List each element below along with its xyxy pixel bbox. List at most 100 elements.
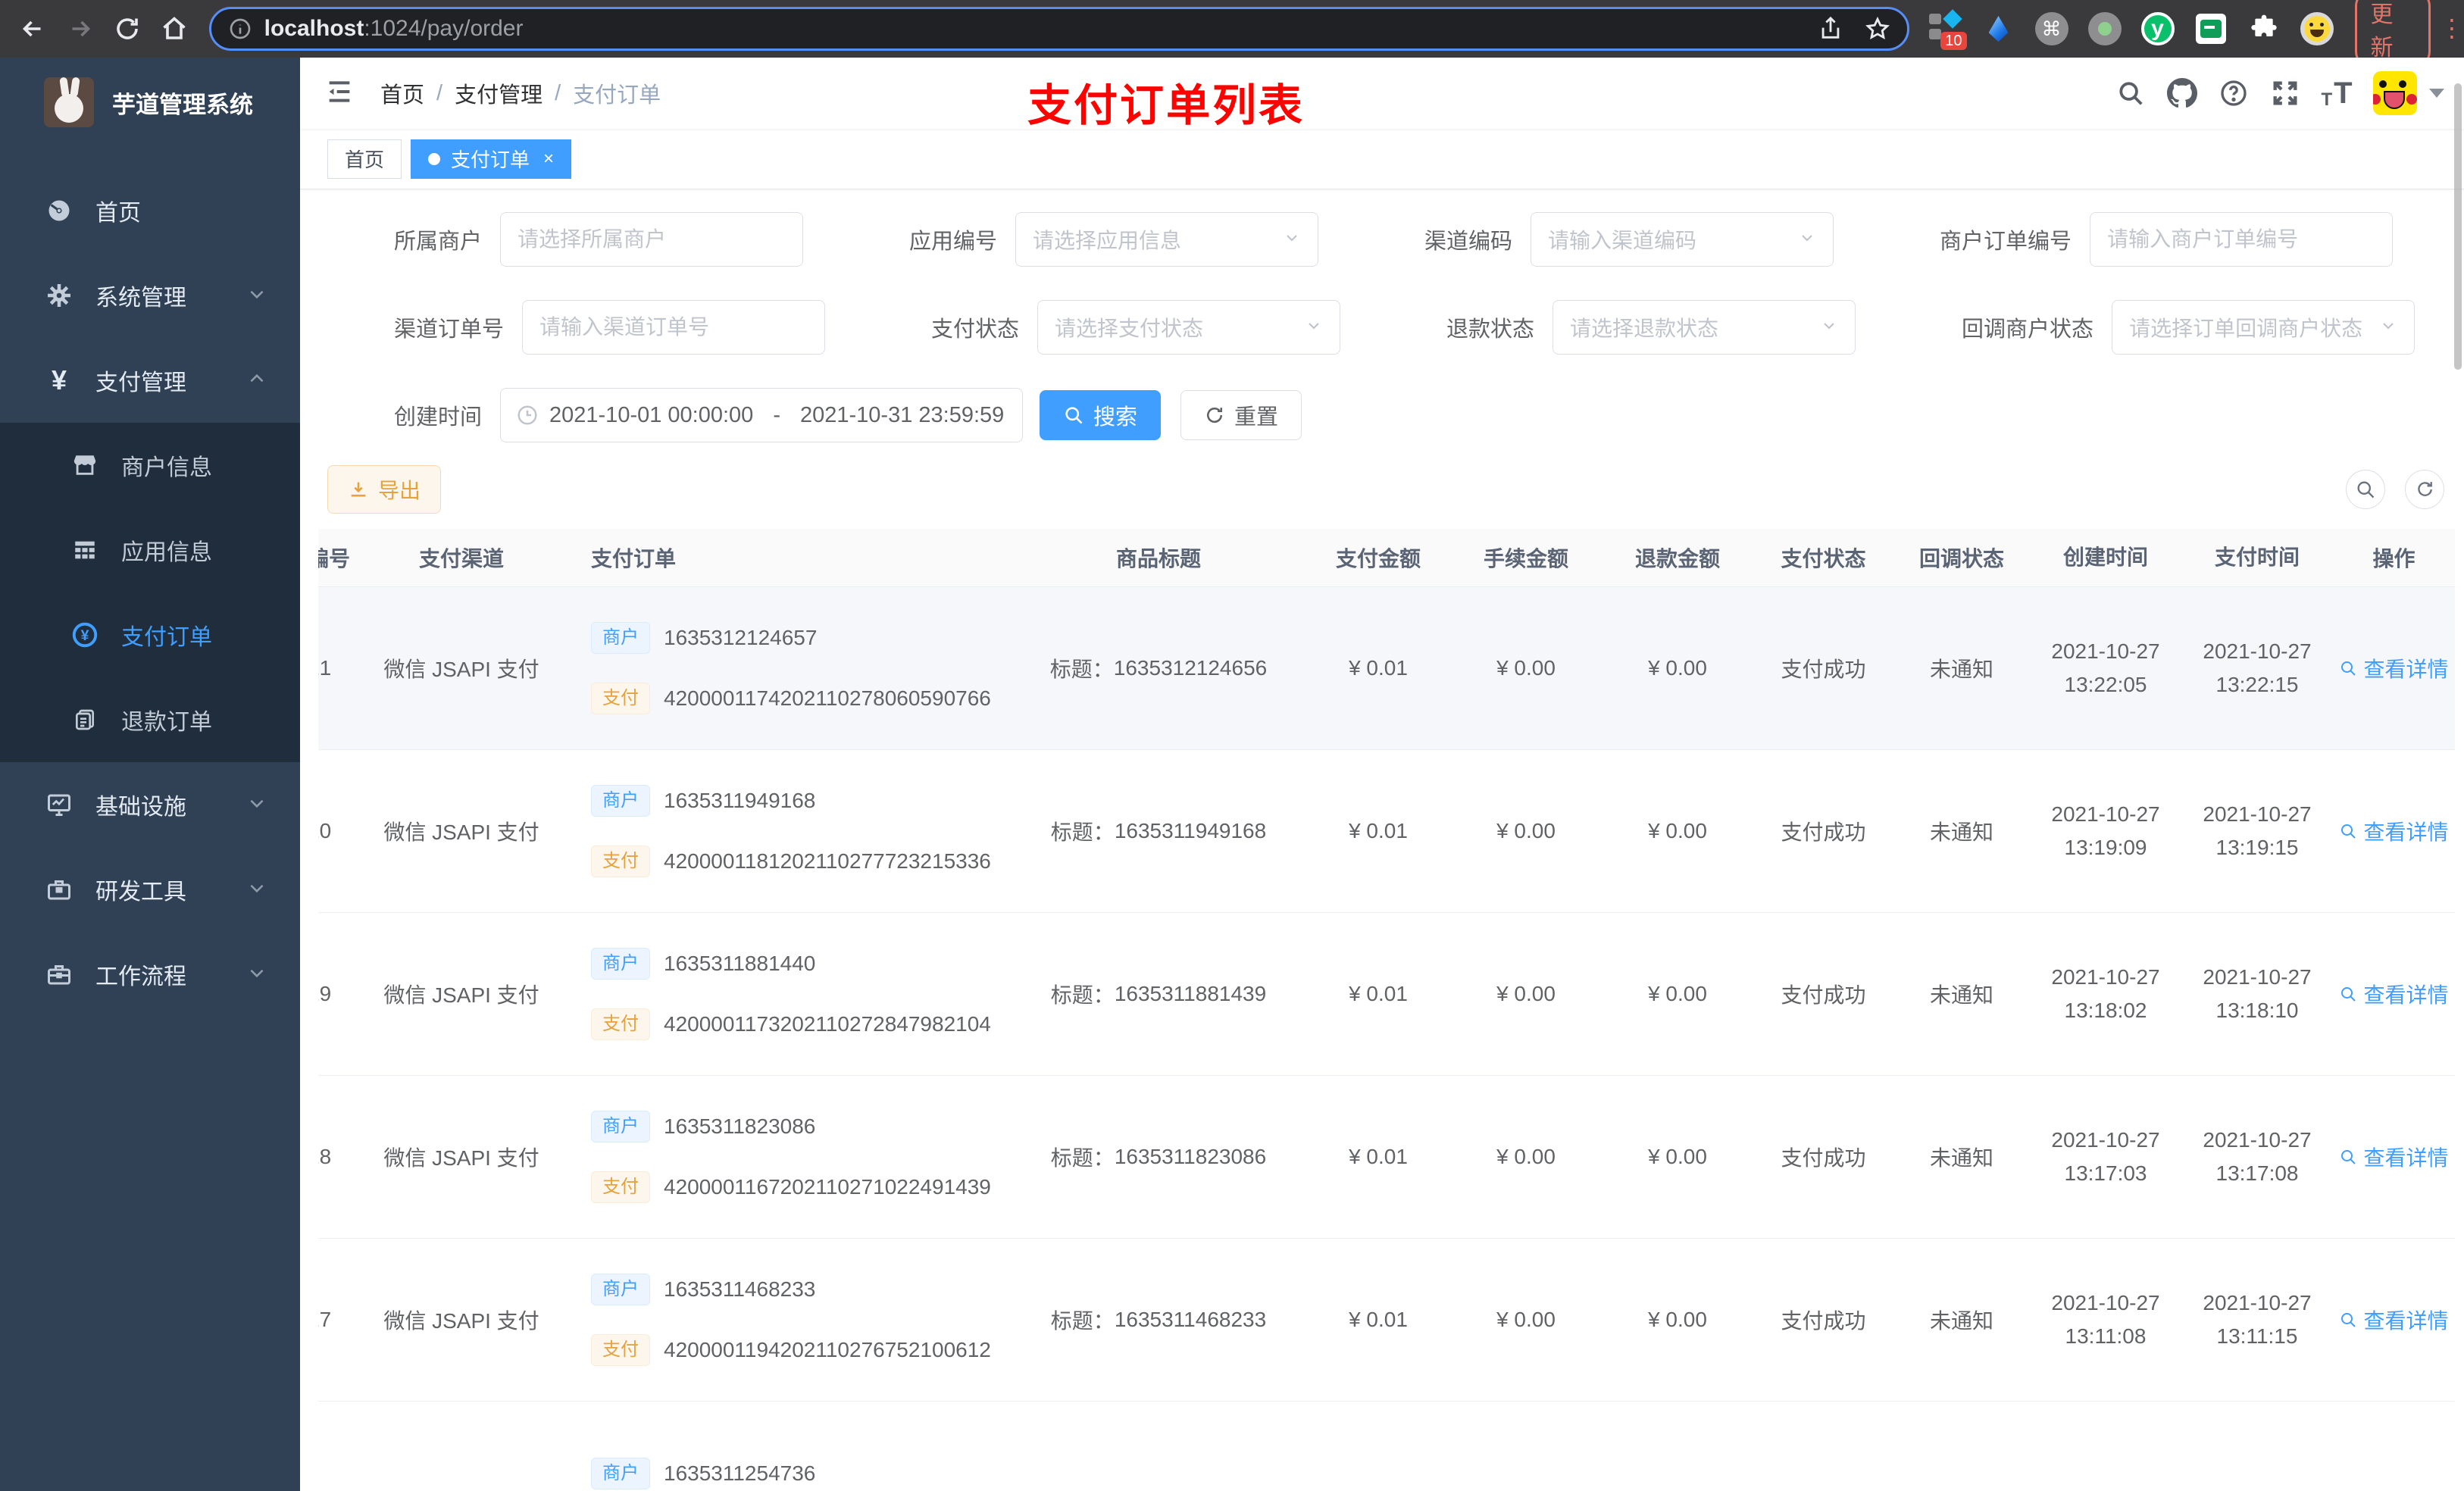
command-extension-icon[interactable]: ⌘ — [2034, 11, 2070, 47]
tab-pay-order[interactable]: 支付订单 × — [411, 139, 572, 179]
filter-row-2: 渠道订单号 支付状态 请选择支付状态 退款状态 请选择退款状态 回调商户状态 请… — [300, 300, 2464, 355]
sidebar-item-workflow[interactable]: 工作流程 — [0, 932, 300, 1017]
address-bar[interactable]: localhost:1024/pay/order — [208, 7, 1909, 51]
pay-tag: 支付 — [591, 1171, 650, 1204]
breadcrumb-current: 支付订单 — [573, 83, 661, 108]
merchant-tag: 商户 — [591, 947, 650, 980]
toggle-search-button[interactable] — [2346, 470, 2385, 509]
table-row: 20 微信 JSAPI 支付 商户1635311949168 支付4200001… — [318, 750, 2455, 913]
search-icon[interactable] — [2105, 67, 2156, 119]
breadcrumb-home[interactable]: 首页 — [380, 77, 424, 109]
date-range-input[interactable]: 2021-10-01 00:00:00 - 2021-10-31 23:59:5… — [500, 388, 1024, 442]
refresh-icon — [2418, 482, 2432, 496]
refund-status-select[interactable]: 请选择退款状态 — [1553, 300, 1856, 355]
view-detail-link[interactable]: 查看详情 — [2339, 653, 2449, 683]
avatar-caret-icon[interactable] — [2429, 89, 2444, 98]
filter-pay-status: 支付状态 请选择支付状态 — [931, 300, 1341, 355]
table-row: 19 微信 JSAPI 支付 商户1635311881440 支付4200001… — [318, 913, 2455, 1076]
browser-forward-button[interactable] — [56, 11, 103, 47]
url-text: localhost:1024/pay/order — [264, 16, 524, 41]
shop-icon — [70, 452, 100, 478]
emoji-extension-icon[interactable] — [2299, 11, 2335, 47]
notify-status-select[interactable]: 请选择订单回调商户状态 — [2112, 300, 2416, 355]
reset-button[interactable]: 重置 — [1180, 390, 1302, 440]
table-row: 21 微信 JSAPI 支付 商户1635312124657 支付4200001… — [318, 587, 2455, 750]
recorder-extension-icon[interactable] — [2087, 11, 2123, 47]
dashboard-icon — [44, 197, 74, 224]
chevron-down-icon — [1798, 229, 1816, 251]
extension-icon[interactable]: 10 — [1928, 9, 1967, 50]
chrome-menu-icon[interactable]: ⋮ — [2440, 16, 2464, 40]
y-extension-icon[interactable]: y — [2140, 11, 2176, 47]
sidebar-item-merchant-info[interactable]: 商户信息 — [0, 423, 300, 508]
sidebar-item-home[interactable]: 首页 — [0, 168, 300, 253]
export-button[interactable]: 导出 — [327, 465, 442, 514]
sidebar-item-pay-order[interactable]: ¥ 支付订单 — [0, 592, 300, 677]
pay-tag: 支付 — [591, 1334, 650, 1367]
fullscreen-icon[interactable] — [2259, 67, 2311, 119]
merchant-tag: 商户 — [591, 621, 650, 654]
filter-refund-status: 退款状态 请选择退款状态 — [1446, 300, 1856, 355]
chevron-down-icon — [1305, 317, 1323, 339]
share-icon[interactable] — [1818, 16, 1843, 42]
app-logo — [44, 77, 94, 127]
extension-badge: 10 — [1940, 32, 1967, 50]
breadcrumb-pay[interactable]: 支付管理 — [455, 77, 543, 109]
search-icon — [2341, 987, 2356, 1002]
github-icon[interactable] — [2156, 67, 2208, 119]
toolbox-icon — [44, 876, 74, 903]
search-icon — [1065, 407, 1083, 424]
sidebar-item-refund-order[interactable]: 退款订单 — [0, 677, 300, 762]
chevron-down-icon — [247, 793, 267, 817]
view-detail-link[interactable]: 查看详情 — [2339, 1142, 2449, 1172]
pay-tag: 支付 — [591, 683, 650, 715]
app-id-select[interactable]: 请选择应用信息 — [1015, 212, 1319, 267]
filter-channel-order-no: 渠道订单号 — [394, 300, 826, 355]
sidebar-item-app-info[interactable]: 应用信息 — [0, 508, 300, 592]
chevron-down-icon — [247, 284, 267, 308]
window-scrollbar[interactable] — [2454, 83, 2462, 370]
channel-order-no-input[interactable] — [522, 300, 826, 355]
sketch-extension-icon[interactable] — [1981, 11, 2017, 47]
merchant-input[interactable] — [500, 212, 804, 267]
filter-merchant: 所属商户 — [394, 212, 804, 267]
font-size-icon[interactable]: TT — [2311, 67, 2362, 119]
chevron-down-icon — [247, 963, 267, 986]
annotation-title: 支付订单列表 — [1027, 81, 1305, 130]
view-detail-link[interactable]: 查看详情 — [2339, 979, 2449, 1009]
sidebar-item-pay[interactable]: ¥ 支付管理 — [0, 338, 300, 423]
channel-code-select[interactable]: 请输入渠道编码 — [1531, 212, 1834, 267]
view-detail-link[interactable]: 查看详情 — [2339, 1305, 2449, 1335]
table-toolbar: 导出 — [300, 465, 2464, 514]
chevron-down-icon — [1820, 317, 1838, 339]
view-detail-link[interactable]: 查看详情 — [2339, 816, 2449, 846]
browser-back-button[interactable] — [9, 11, 56, 47]
sidebar-collapse-icon[interactable] — [324, 77, 355, 111]
pay-order-table: 编号 支付渠道 支付订单 商品标题 支付金额 手续金额 退款金额 支付状态 回调… — [318, 529, 2455, 1489]
search-button[interactable]: 搜索 — [1040, 390, 1162, 440]
refresh-table-button[interactable] — [2405, 470, 2444, 509]
svg-text:¥: ¥ — [81, 627, 89, 644]
merchant-tag: 商户 — [591, 784, 650, 817]
pay-status-select[interactable]: 请选择支付状态 — [1037, 300, 1341, 355]
table-row: 商户 1635311254736 — [318, 1402, 2455, 1489]
browser-home-button[interactable] — [151, 11, 198, 47]
tab-home[interactable]: 首页 — [327, 139, 402, 179]
chat-extension-icon[interactable] — [2193, 11, 2229, 47]
merchant-order-no-input[interactable] — [2090, 212, 2394, 267]
sidebar-item-infra[interactable]: 基础设施 — [0, 762, 300, 847]
table-header-row: 编号 支付渠道 支付订单 商品标题 支付金额 手续金额 退款金额 支付状态 回调… — [318, 529, 2455, 587]
table-row: 17 微信 JSAPI 支付 商户1635311468233 支付4200001… — [318, 1239, 2455, 1402]
pay-tag: 支付 — [591, 846, 650, 878]
briefcase-icon — [44, 961, 74, 988]
info-icon[interactable] — [228, 17, 252, 41]
browser-reload-button[interactable] — [104, 11, 151, 47]
user-avatar[interactable] — [2373, 71, 2417, 115]
sidebar-item-system[interactable]: 系统管理 — [0, 253, 300, 338]
help-icon[interactable] — [2208, 67, 2259, 119]
bookmark-star-icon[interactable] — [1865, 16, 1890, 42]
close-icon[interactable]: × — [543, 148, 554, 170]
sidebar-item-devtools[interactable]: 研发工具 — [0, 847, 300, 932]
filter-app-id: 应用编号 请选择应用信息 — [909, 212, 1319, 267]
puzzle-extensions-icon[interactable] — [2246, 11, 2282, 47]
